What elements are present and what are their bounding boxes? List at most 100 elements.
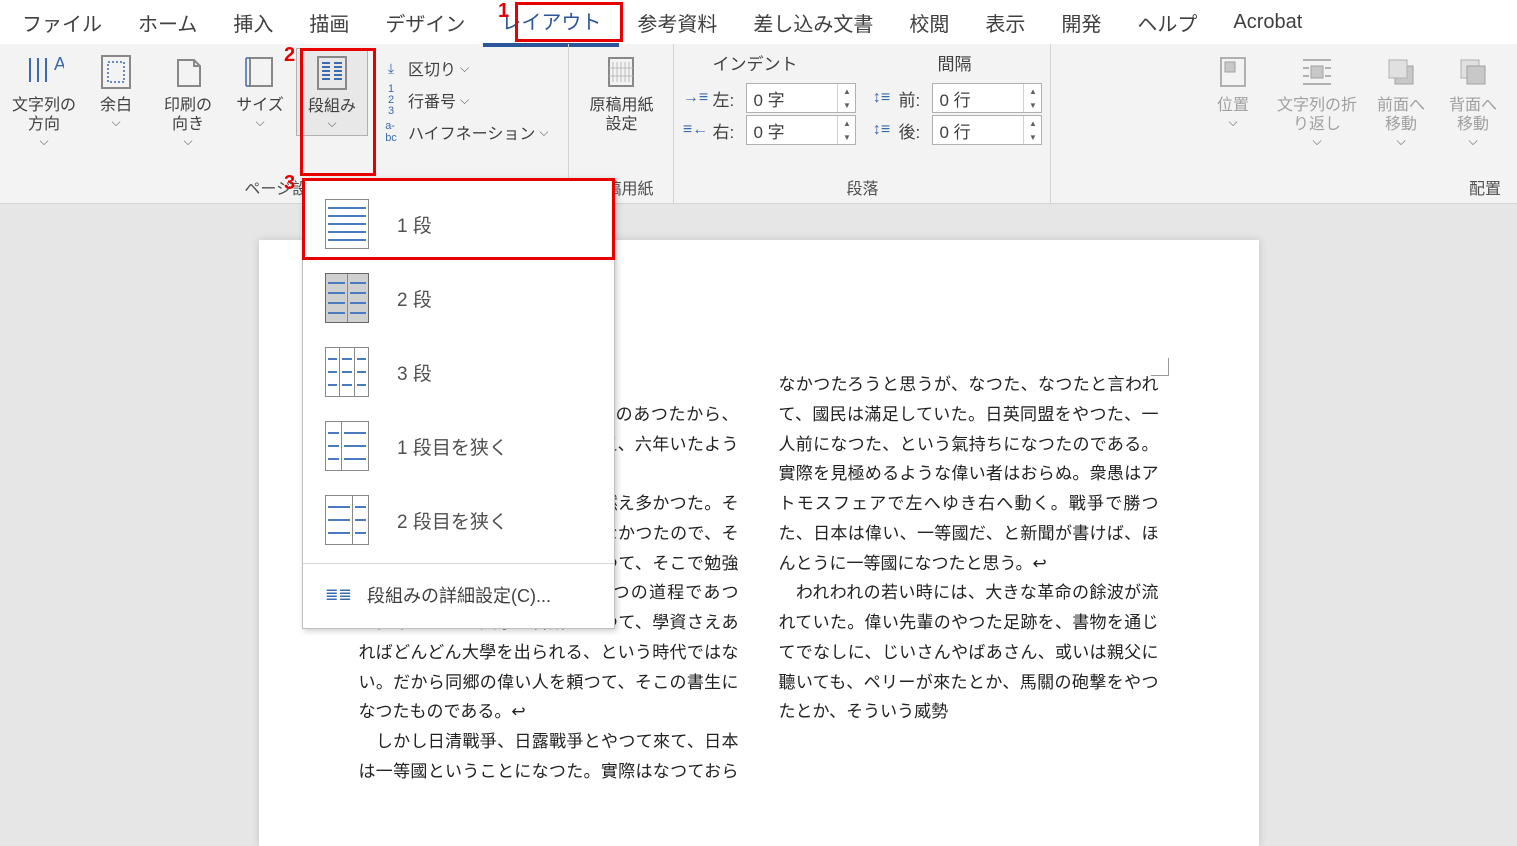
tab-home[interactable]: ホーム xyxy=(120,0,215,45)
tab-references[interactable]: 参考資料 xyxy=(619,0,735,45)
menu-separator xyxy=(303,563,614,564)
tab-insert[interactable]: 挿入 xyxy=(215,0,291,45)
tab-draw[interactable]: 描画 xyxy=(291,0,367,45)
columns-option-three[interactable]: 3 段 xyxy=(303,335,614,409)
hyphenation-label: ハイフネーション xyxy=(408,120,535,144)
spacing-heading: 間隔 xyxy=(937,50,971,75)
columns-option-two[interactable]: 2 段 xyxy=(303,261,614,335)
orientation-button[interactable]: 印刷の 向き ⌵ xyxy=(152,48,224,153)
chevron-down-icon: ⌵ xyxy=(1228,115,1237,130)
annotation-number-3: 3 xyxy=(284,172,295,195)
indent-left-icon: →≡ xyxy=(682,87,708,109)
breaks-label: 区切り xyxy=(408,56,456,80)
chevron-down-icon: ⌵ xyxy=(1396,134,1405,149)
size-icon xyxy=(240,52,280,92)
columns-one-label: 1 段 xyxy=(397,211,432,238)
send-backward-label: 背面へ 移動 xyxy=(1449,96,1497,134)
columns-narrow-left-label: 1 段目を狭く xyxy=(397,433,508,460)
indent-right-input[interactable]: 0 字 ▲▼ xyxy=(746,115,856,145)
chevron-down-icon: ⌵ xyxy=(255,115,264,130)
columns-three-label: 3 段 xyxy=(397,359,432,386)
chevron-down-icon: ⌵ xyxy=(1468,134,1477,149)
space-before-label: 前: xyxy=(898,86,932,111)
group-label-arrange: 配置 xyxy=(1197,173,1509,203)
columns-dropdown: 1 段 2 段 3 段 1 段目を狭く 2 段目を狭く ≣≣ 段組みの詳細設定(… xyxy=(302,178,615,629)
columns-icon xyxy=(312,53,352,93)
chevron-down-icon: ⌵ xyxy=(327,116,336,131)
spin-up-icon[interactable]: ▲ xyxy=(1024,84,1041,98)
space-after-icon: ↕≡ xyxy=(868,119,894,141)
text-direction-button[interactable]: A 文字列の 方向 ⌵ xyxy=(8,48,80,153)
send-backward-button: 背面へ 移動 ⌵ xyxy=(1437,48,1509,153)
indent-left-value: 0 字 xyxy=(747,84,837,112)
columns-more-settings[interactable]: ≣≣ 段組みの詳細設定(C)... xyxy=(303,570,614,620)
bring-forward-icon xyxy=(1381,52,1421,92)
spin-up-icon[interactable]: ▲ xyxy=(1024,116,1041,130)
hyphenation-button[interactable]: a-bc ハイフネーション ⌵ xyxy=(374,116,554,148)
wrap-text-button: 文字列の折 り返し ⌵ xyxy=(1269,48,1365,153)
tab-help[interactable]: ヘルプ xyxy=(1119,0,1215,45)
hyphenation-icon: a-bc xyxy=(380,122,402,142)
ribbon-tabs: ファイル ホーム 挿入 描画 デザイン レイアウト 参考資料 差し込み文書 校閲… xyxy=(0,0,1517,44)
spin-down-icon[interactable]: ▼ xyxy=(1024,130,1041,144)
position-icon xyxy=(1213,52,1253,92)
chevron-down-icon: ⌵ xyxy=(539,125,548,140)
columns-two-icon xyxy=(325,273,369,323)
indent-left-input[interactable]: 0 字 ▲▼ xyxy=(746,83,856,113)
chevron-down-icon: ⌵ xyxy=(1312,134,1321,149)
group-paragraph: インデント 間隔 →≡ 左: 0 字 ▲▼ ≡← 右: xyxy=(674,44,1051,203)
tab-developer[interactable]: 開発 xyxy=(1043,0,1119,45)
space-before-value: 0 行 xyxy=(933,84,1023,112)
columns-narrow-left-icon xyxy=(325,421,369,471)
chevron-down-icon: ⌵ xyxy=(111,115,120,130)
space-before-input[interactable]: 0 行 ▲▼ xyxy=(932,83,1042,113)
indent-right-label: 右: xyxy=(712,118,746,143)
columns-three-icon xyxy=(325,347,369,397)
spin-up-icon[interactable]: ▲ xyxy=(838,84,855,98)
margins-icon xyxy=(96,52,136,92)
tab-review[interactable]: 校閲 xyxy=(891,0,967,45)
annotation-number-2: 2 xyxy=(284,44,295,67)
position-button: 位置 ⌵ xyxy=(1197,48,1269,134)
annotation-number-1: 1 xyxy=(498,0,509,23)
indent-right-icon: ≡← xyxy=(682,119,708,141)
spin-down-icon[interactable]: ▼ xyxy=(838,98,855,112)
orientation-label: 印刷の 向き xyxy=(164,96,212,134)
tab-view[interactable]: 表示 xyxy=(967,0,1043,45)
position-label: 位置 xyxy=(1217,96,1249,115)
space-before-icon: ↕≡ xyxy=(868,87,894,109)
columns-option-narrow-right[interactable]: 2 段目を狭く xyxy=(303,483,614,557)
indent-right-value: 0 字 xyxy=(747,116,837,144)
text-direction-icon: A xyxy=(24,52,64,92)
manuscript-icon xyxy=(601,52,641,92)
send-backward-icon xyxy=(1453,52,1493,92)
page-corner-mark xyxy=(1151,358,1169,376)
indent-heading: インデント xyxy=(712,50,797,75)
columns-narrow-right-icon xyxy=(325,495,369,545)
tab-file[interactable]: ファイル xyxy=(4,0,120,45)
doc-paragraph: われわれの若い時には、大きな革命の餘波が流れていた。偉い先輩のやつた足跡を、書物… xyxy=(779,578,1159,727)
columns-option-one[interactable]: 1 段 xyxy=(303,187,614,261)
spin-down-icon[interactable]: ▼ xyxy=(1024,98,1041,112)
breaks-button[interactable]: ⤓ 区切り ⌵ xyxy=(374,52,554,84)
space-after-label: 後: xyxy=(898,118,932,143)
columns-button[interactable]: 段組み ⌵ xyxy=(296,48,368,136)
svg-text:A: A xyxy=(54,54,64,74)
line-numbers-button[interactable]: 123 行番号 ⌵ xyxy=(374,84,554,116)
document-area: 人をつくる↩ ‡上侯の所へいつたのは學生時代のあつたから、二十歳くらいであつたそ… xyxy=(0,204,1517,846)
margins-button[interactable]: 余白 ⌵ xyxy=(80,48,152,134)
tab-acrobat[interactable]: Acrobat xyxy=(1215,3,1320,42)
ribbon: A 文字列の 方向 ⌵ 余白 ⌵ 印刷の 向き ⌵ xyxy=(0,44,1517,204)
chevron-down-icon: ⌵ xyxy=(39,134,48,149)
group-arrange: 位置 ⌵ 文字列の折 り返し ⌵ 前面へ 移動 ⌵ xyxy=(1189,44,1517,203)
indent-left-label: 左: xyxy=(712,86,746,111)
columns-more-label: 段組みの詳細設定(C)... xyxy=(367,582,551,608)
spin-up-icon[interactable]: ▲ xyxy=(838,116,855,130)
tab-design[interactable]: デザイン xyxy=(367,0,483,45)
columns-option-narrow-left[interactable]: 1 段目を狭く xyxy=(303,409,614,483)
group-label-paragraph: 段落 xyxy=(682,173,1042,203)
space-after-input[interactable]: 0 行 ▲▼ xyxy=(932,115,1042,145)
manuscript-button[interactable]: 原稿用紙 設定 xyxy=(577,48,665,138)
tab-mailings[interactable]: 差し込み文書 xyxy=(735,0,891,45)
spin-down-icon[interactable]: ▼ xyxy=(838,130,855,144)
